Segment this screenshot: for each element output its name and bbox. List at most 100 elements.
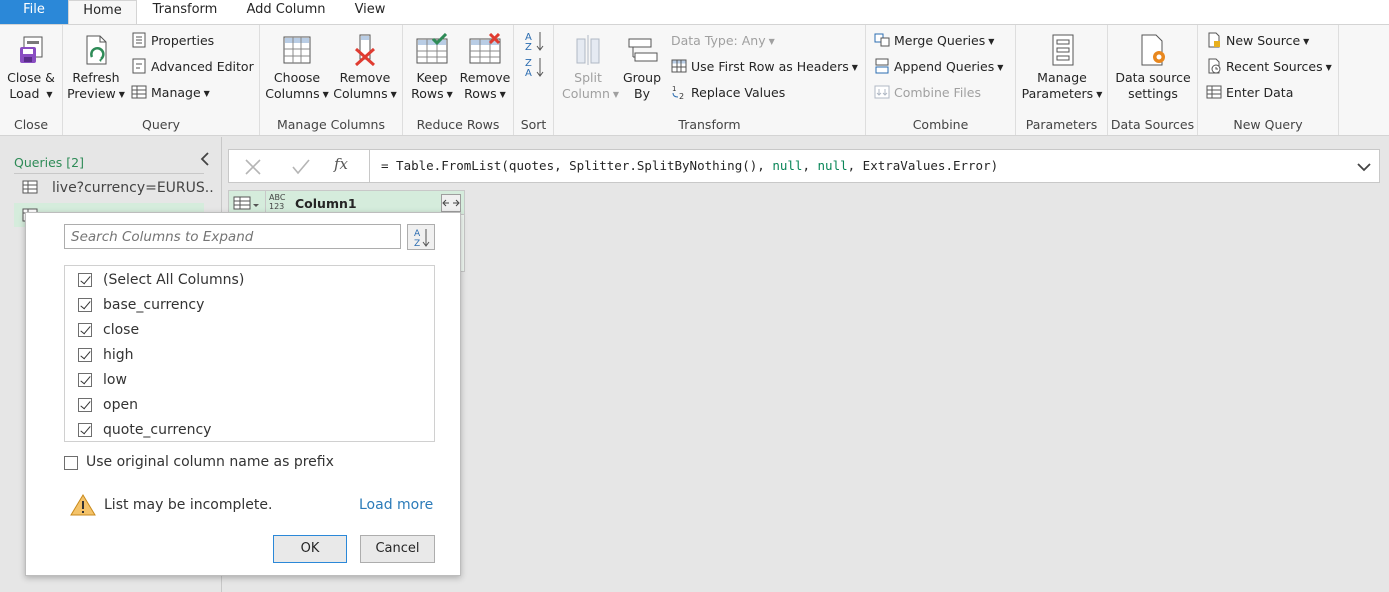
column-checkbox[interactable] bbox=[78, 423, 92, 437]
tab-home[interactable]: Home bbox=[68, 0, 137, 25]
replace-values-button[interactable]: 1 2 Replace Values bbox=[671, 83, 785, 103]
refresh-icon bbox=[86, 35, 107, 65]
queries-header: Queries [2] bbox=[14, 155, 84, 170]
sort-ascending-icon: AZ bbox=[414, 229, 430, 249]
formula-bar: fx = Table.FromList(quotes, Splitter.Spl… bbox=[228, 149, 1380, 183]
remove-rows-icon bbox=[469, 33, 501, 64]
group-by-button[interactable]: Group By bbox=[616, 33, 668, 102]
keep-rows-button[interactable]: Keep Rows ▼ bbox=[407, 33, 457, 103]
search-columns-input[interactable] bbox=[64, 224, 401, 249]
manage-parameters-label-1: Manage bbox=[1037, 70, 1087, 85]
new-source-button[interactable]: New Source ▼ bbox=[1206, 31, 1309, 51]
use-first-row-label: Use First Row as Headers bbox=[691, 59, 849, 74]
column1-header[interactable]: Column1 bbox=[295, 196, 357, 211]
enter-data-icon bbox=[1206, 85, 1222, 99]
collapse-pane-button[interactable] bbox=[198, 151, 212, 167]
enter-data-label: Enter Data bbox=[1226, 85, 1294, 100]
remove-rows-button[interactable]: Remove Rows ▼ bbox=[459, 33, 511, 103]
close-icon bbox=[245, 159, 261, 175]
warning-icon bbox=[70, 493, 96, 517]
data-type-dropdown[interactable]: Data Type: Any ▼ bbox=[671, 31, 775, 51]
column-checkbox[interactable] bbox=[78, 373, 92, 387]
expand-arrows-icon bbox=[442, 199, 460, 207]
load-more-link[interactable]: Load more bbox=[359, 497, 433, 513]
query-group-label: Query bbox=[142, 117, 180, 132]
table-icon bbox=[671, 59, 687, 73]
table-icon bbox=[233, 196, 259, 210]
remove-rows-label-2: Rows bbox=[464, 86, 497, 101]
sort-descending-button[interactable]: ZA bbox=[525, 56, 545, 79]
advanced-editor-label: Advanced Editor bbox=[151, 59, 254, 74]
remove-columns-button[interactable]: Remove Columns ▼ bbox=[332, 33, 398, 103]
use-first-row-headers-button[interactable]: Use First Row as Headers ▼ bbox=[671, 57, 858, 77]
formula-text[interactable]: = Table.FromList(quotes, Splitter.SplitB… bbox=[381, 158, 998, 173]
expand-formula-button[interactable] bbox=[1355, 159, 1373, 175]
new-source-icon bbox=[1208, 32, 1220, 48]
manage-parameters-button[interactable]: Manage Parameters ▼ bbox=[1020, 33, 1104, 103]
chevron-down-icon: ▼ bbox=[1303, 37, 1310, 46]
parameters-group-label: Parameters bbox=[1025, 117, 1098, 132]
choose-columns-label-2: Columns bbox=[265, 86, 320, 101]
ribbon: Close & Load ▼ Close Refresh Preview ▼ Pr… bbox=[0, 24, 1389, 136]
tab-transform[interactable]: Transform bbox=[145, 0, 225, 24]
svg-text:1: 1 bbox=[672, 85, 676, 93]
column-checkbox[interactable] bbox=[78, 273, 92, 287]
data-source-settings-button[interactable]: Data source settings bbox=[1112, 33, 1194, 102]
replace-values-label: Replace Values bbox=[691, 85, 786, 100]
tab-file[interactable]: File bbox=[0, 0, 68, 24]
chevron-left-icon bbox=[200, 152, 209, 166]
new-query-group-label: New Query bbox=[1233, 117, 1303, 132]
choose-columns-button[interactable]: Choose Columns ▼ bbox=[264, 33, 330, 103]
chevron-down-icon: ▼ bbox=[1325, 63, 1332, 72]
close-load-button[interactable]: Close & Load ▼ bbox=[4, 33, 58, 103]
split-column-icon bbox=[576, 35, 600, 65]
advanced-editor-icon bbox=[132, 58, 146, 74]
cancel-button[interactable]: Cancel bbox=[360, 535, 435, 563]
keep-rows-icon bbox=[416, 33, 448, 64]
enter-data-button[interactable]: Enter Data bbox=[1206, 83, 1293, 103]
manage-columns-group: Choose Columns ▼ Remove Columns ▼ Manage C… bbox=[260, 25, 403, 135]
column-option-label: (Select All Columns) bbox=[103, 272, 245, 288]
type-any-icon[interactable]: ABC 123 bbox=[269, 193, 285, 211]
fx-icon: fx bbox=[334, 155, 349, 173]
sort-ascending-icon: AZ bbox=[525, 32, 544, 53]
advanced-editor-button[interactable]: Advanced Editor bbox=[131, 57, 254, 77]
expand-column-button[interactable] bbox=[441, 194, 461, 212]
tab-view[interactable]: View bbox=[346, 0, 394, 24]
sort-ascending-button[interactable]: AZ bbox=[525, 30, 545, 53]
table-menu-button[interactable] bbox=[233, 195, 261, 211]
append-queries-button[interactable]: Append Queries ▼ bbox=[874, 57, 1003, 77]
chevron-down-icon: ▼ bbox=[768, 37, 775, 46]
column-checkbox[interactable] bbox=[78, 298, 92, 312]
refresh-label-1: Refresh bbox=[72, 70, 120, 85]
properties-button[interactable]: Properties bbox=[131, 31, 214, 51]
ok-button[interactable]: OK bbox=[273, 535, 347, 563]
svg-text:A: A bbox=[525, 68, 532, 78]
manage-button[interactable]: Manage ▼ bbox=[131, 83, 210, 103]
transform-group-label: Transform bbox=[678, 117, 741, 132]
fx-button[interactable]: fx bbox=[334, 155, 358, 177]
tab-add-column[interactable]: Add Column bbox=[240, 0, 332, 24]
sort-group: AZ ZA Sort bbox=[514, 25, 554, 135]
recent-sources-button[interactable]: Recent Sources ▼ bbox=[1206, 57, 1332, 77]
chevron-down-icon: ▼ bbox=[851, 63, 858, 72]
column-checkbox[interactable] bbox=[78, 348, 92, 362]
column-option-label: high bbox=[103, 347, 134, 363]
sort-columns-button[interactable]: AZ bbox=[407, 224, 435, 250]
new-source-label: New Source bbox=[1226, 33, 1301, 48]
column-checkbox[interactable] bbox=[78, 398, 92, 412]
refresh-preview-button[interactable]: Refresh Preview ▼ bbox=[67, 33, 125, 103]
cancel-formula-button[interactable] bbox=[243, 157, 263, 177]
commit-formula-button[interactable] bbox=[291, 157, 311, 177]
merge-queries-label: Merge Queries bbox=[894, 33, 986, 48]
split-column-button[interactable]: Split Column ▼ bbox=[562, 33, 619, 103]
data-type-label: Data Type: Any bbox=[671, 33, 766, 48]
svg-text:Z: Z bbox=[414, 239, 420, 249]
merge-queries-button[interactable]: Merge Queries ▼ bbox=[874, 31, 994, 51]
combine-files-button[interactable]: Combine Files bbox=[874, 83, 981, 103]
split-column-label-2: Column bbox=[562, 86, 610, 101]
close-group-label: Close bbox=[13, 117, 49, 132]
query-item[interactable]: live?currency=EURUS... bbox=[14, 175, 214, 201]
prefix-checkbox[interactable] bbox=[64, 456, 78, 470]
column-checkbox[interactable] bbox=[78, 323, 92, 337]
